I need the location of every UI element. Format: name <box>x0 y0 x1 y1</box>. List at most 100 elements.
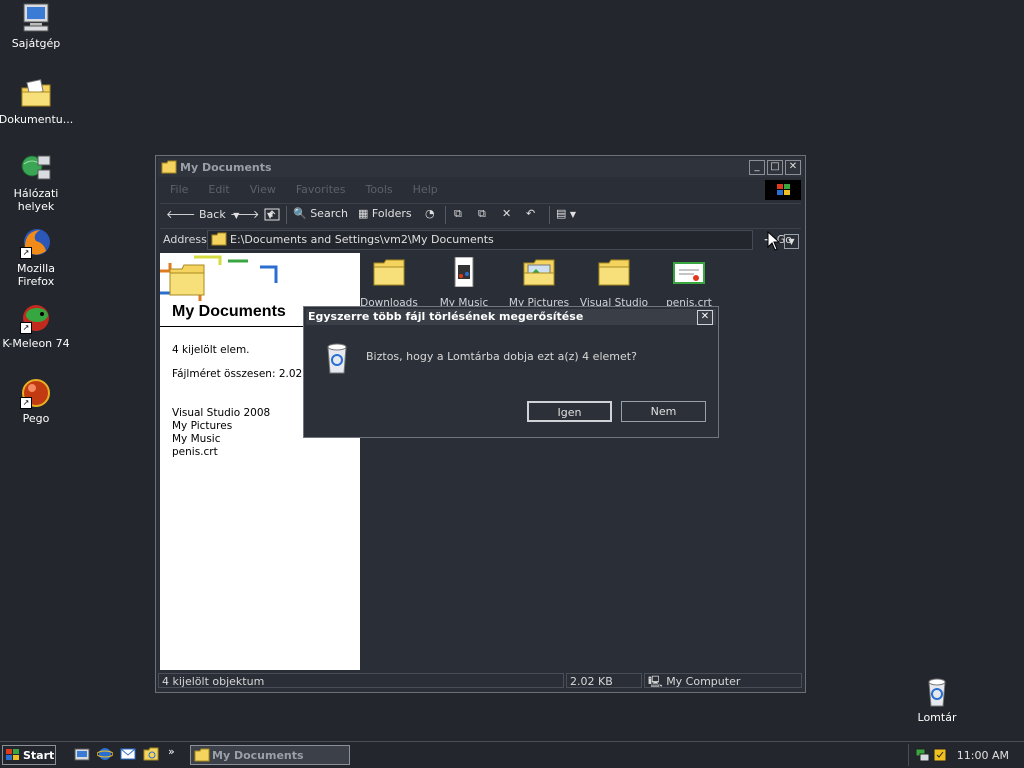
delete-button[interactable]: ✕ <box>502 207 511 220</box>
folder-icon <box>372 257 406 287</box>
window-titlebar[interactable]: My Documents _ □ ✕ <box>158 158 803 177</box>
chevron-down-icon: ▼ <box>569 210 577 219</box>
minimize-button[interactable]: _ <box>749 160 765 175</box>
selected-item: My Pictures <box>172 420 233 432</box>
desktop-icon-label: Pego <box>22 412 50 425</box>
menu-bar: File Edit View Favorites Tools Help <box>160 180 801 200</box>
file-item-visual-studio[interactable]: Visual Studio <box>579 257 649 309</box>
file-item-downloads[interactable]: Downloads <box>354 257 424 309</box>
forward-arrow-icon: 🡒 <box>230 208 260 221</box>
firefox-icon: ↗ <box>20 227 52 259</box>
folder-icon <box>211 232 227 249</box>
file-item-my-pictures[interactable]: My Pictures <box>504 257 574 309</box>
status-objects: 4 kijelölt objektum <box>158 673 564 688</box>
network-tray-icon[interactable] <box>915 748 931 765</box>
dialog-message: Biztos, hogy a Lomtárba dobja ezt a(z) 4… <box>366 350 637 363</box>
confirm-delete-dialog: Egyszerre több fájl törlésének megerősít… <box>303 306 719 438</box>
desktop-icon-my-documents[interactable]: Dokumentu... <box>0 78 74 126</box>
menu-help[interactable]: Help <box>413 183 438 196</box>
desktop-icon-my-computer[interactable]: Sajátgép <box>0 2 74 50</box>
quick-launch-chevron[interactable]: » <box>168 745 175 758</box>
folder-icon <box>194 748 210 765</box>
search-icon: 🔍 <box>293 207 307 220</box>
music-folder-icon <box>447 256 481 288</box>
folders-button[interactable]: ▦ Folders <box>358 207 412 220</box>
up-folder-button[interactable] <box>264 207 280 224</box>
security-tray-icon[interactable] <box>933 748 947 765</box>
views-icon: ▤ <box>556 207 567 220</box>
start-label: Start <box>23 749 55 762</box>
move-to-icon: ⧉ <box>454 207 462 220</box>
copy-to-button[interactable]: ⧉ <box>478 207 486 221</box>
quick-launch-outlook-icon[interactable] <box>120 746 136 765</box>
k-meleon-icon: ↗ <box>20 302 52 334</box>
desktop-icon-pego[interactable]: ↗ Pego <box>0 377 74 425</box>
menu-edit[interactable]: Edit <box>208 183 229 196</box>
undo-icon: ↶ <box>526 207 536 220</box>
views-button[interactable]: ▤ ▼ <box>556 207 576 220</box>
pictures-folder-icon <box>522 257 556 287</box>
quick-launch-explorer-icon[interactable] <box>143 746 159 765</box>
maximize-button[interactable]: □ <box>767 160 783 175</box>
folders-icon: ▦ <box>358 207 369 220</box>
selected-item: Visual Studio 2008 <box>172 407 271 419</box>
yes-button[interactable]: Igen <box>527 401 612 422</box>
mouse-cursor-icon <box>767 230 781 254</box>
move-to-button[interactable]: ⧉ <box>454 207 462 221</box>
window-title: My Documents <box>180 161 272 174</box>
address-field[interactable]: E:\Documents and Settings\vm2\My Documen… <box>207 230 799 250</box>
delete-icon: ✕ <box>502 207 512 220</box>
close-button[interactable]: ✕ <box>785 160 801 175</box>
menu-file[interactable]: File <box>170 183 188 196</box>
shortcut-arrow-icon: ↗ <box>20 247 32 259</box>
desktop-icon-label: Lomtár <box>917 711 957 724</box>
dialog-title: Egyszerre több fájl törlésének megerősít… <box>308 310 584 323</box>
shortcut-arrow-icon: ↗ <box>20 322 32 334</box>
desktop-icon-label: K-Meleon 74 <box>2 337 70 350</box>
search-button[interactable]: 🔍 Search <box>293 207 348 220</box>
folder-banner-icon <box>160 253 360 301</box>
taskbar-item-my-documents[interactable]: My Documents <box>190 745 350 765</box>
size-total: Fájlméret összesen: 2.02 K <box>172 368 313 380</box>
desktop-icon-k-meleon[interactable]: ↗ K-Meleon 74 <box>0 302 74 350</box>
desktop-icon-recycle-bin[interactable]: Lomtár <box>899 676 975 724</box>
pane-title: My Documents <box>172 303 286 320</box>
desktop-icon-label: Hálózati helyek <box>13 187 59 213</box>
taskbar-item-label: My Documents <box>212 749 304 762</box>
up-folder-icon <box>264 208 280 221</box>
menu-view[interactable]: View <box>250 183 276 196</box>
menu-favorites[interactable]: Favorites <box>296 183 346 196</box>
pego-icon: ↗ <box>20 377 52 409</box>
certificate-icon <box>672 257 706 287</box>
copy-to-icon: ⧉ <box>478 207 486 220</box>
back-button[interactable]: 🡐 Back ▼ <box>166 207 239 221</box>
start-button[interactable]: Start <box>2 745 56 765</box>
folders-label: Folders <box>371 207 412 220</box>
dialog-close-button[interactable]: ✕ <box>697 310 713 325</box>
file-item-my-music[interactable]: My Music <box>429 256 499 309</box>
desktop-icon-network[interactable]: Hálózati helyek <box>0 152 74 213</box>
quick-launch-desktop-icon[interactable] <box>74 746 90 765</box>
no-button[interactable]: Nem <box>621 401 706 422</box>
dialog-titlebar[interactable]: Egyszerre több fájl törlésének megerősít… <box>306 309 716 325</box>
file-item-penis-crt[interactable]: penis.crt <box>654 257 724 309</box>
status-zone-label: My Computer <box>666 675 741 688</box>
standard-toolbar: 🡐 Back ▼ 🡒 ▼ 🔍 Search ▦ Folders ◔ ⧉ ⧉ ✕ … <box>160 203 801 226</box>
desktop-icon-label: Sajátgép <box>11 37 61 50</box>
history-icon: ◔ <box>425 207 435 220</box>
quick-launch-ie-icon[interactable] <box>96 746 114 765</box>
selected-item: My Music <box>172 433 221 445</box>
status-size: 2.02 KB <box>566 673 642 688</box>
menu-tools[interactable]: Tools <box>366 183 393 196</box>
desktop-icon-label: Dokumentu... <box>0 113 74 126</box>
history-button[interactable]: ◔ <box>425 207 435 220</box>
windows-logo-icon <box>6 749 20 764</box>
back-arrow-icon: 🡐 <box>166 208 196 221</box>
clock: 11:00 AM <box>956 749 1009 762</box>
undo-button[interactable]: ↶ <box>526 207 535 220</box>
address-bar: Address E:\Documents and Settings\vm2\My… <box>160 228 801 251</box>
desktop-icon-firefox[interactable]: ↗ Mozilla Firefox <box>0 227 74 288</box>
documents-folder-icon <box>20 78 52 110</box>
selected-item: penis.crt <box>172 446 218 458</box>
selected-count: 4 kijelölt elem. <box>172 344 250 356</box>
